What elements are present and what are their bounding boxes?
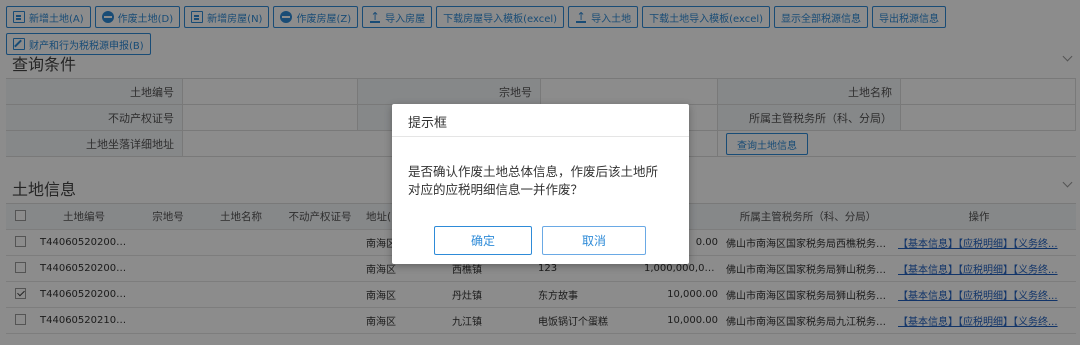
cancel-button[interactable]: 取消 [542,226,646,255]
dialog-title: 提示框 [392,104,689,137]
land-management-page: 新增土地(A)作废土地(D)新增房屋(N)作废房屋(Z)导入房屋下载房屋导入模板… [0,0,1080,345]
confirm-button[interactable]: 确定 [434,226,532,255]
confirm-dialog: 提示框 是否确认作废土地总体信息，作废后该土地所 对应的应税明细信息一并作废？ … [392,104,689,264]
dialog-message-line-2: 对应的应税明细信息一并作废？ [408,182,584,197]
dialog-message-line-1: 是否确认作废土地总体信息，作废后该土地所 [408,164,659,179]
dialog-message: 是否确认作废土地总体信息，作废后该土地所 对应的应税明细信息一并作废？ [392,137,689,227]
dialog-actions: 确定 取消 [434,226,646,255]
